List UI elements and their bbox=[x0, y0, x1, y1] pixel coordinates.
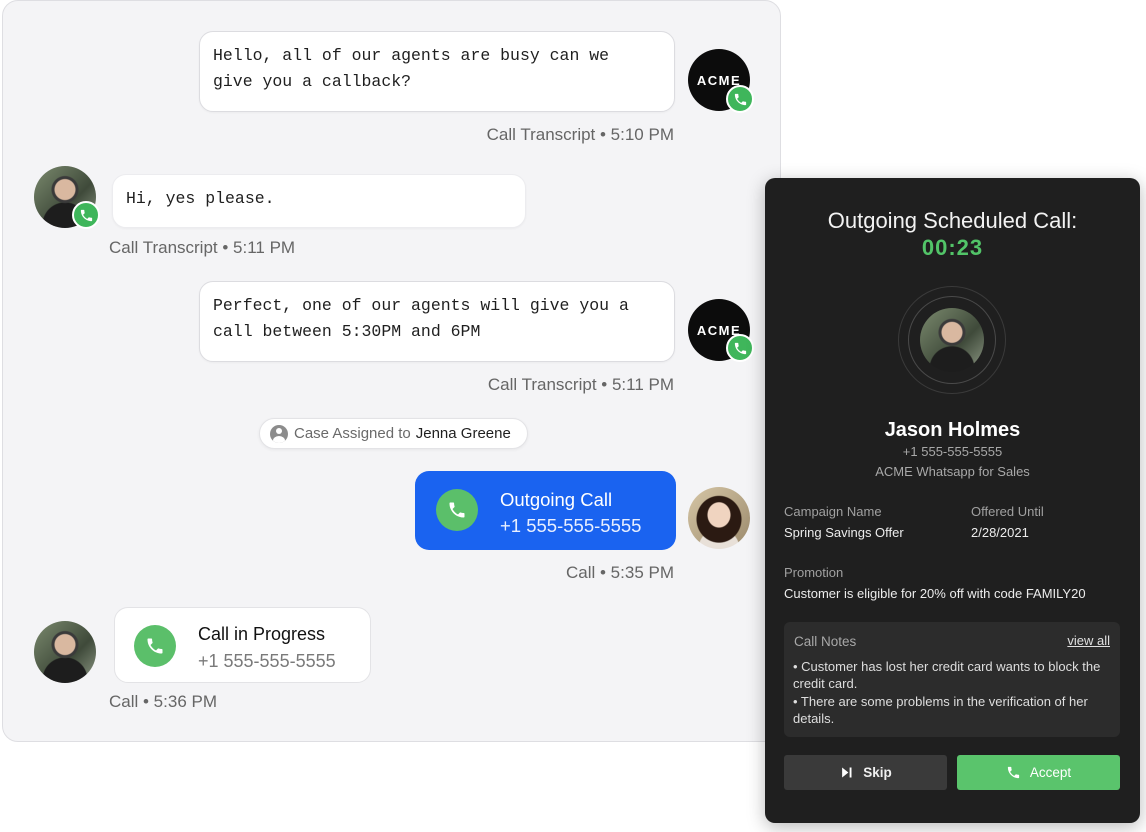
call-note-item: • Customer has lost her credit card want… bbox=[793, 659, 1101, 691]
offered-until-label: Offered Until bbox=[971, 504, 1044, 519]
call-note-item: • There are some problems in the verific… bbox=[793, 694, 1088, 726]
whatsapp-phone-icon bbox=[726, 334, 754, 362]
outgoing-call-bubble[interactable]: Outgoing Call +1 555-555-5555 bbox=[415, 471, 676, 550]
promotion-label: Promotion bbox=[784, 565, 844, 580]
call-timer: 00:23 bbox=[921, 235, 984, 260]
skip-next-icon bbox=[842, 767, 852, 778]
contact-phone: +1 555-555-5555 bbox=[902, 444, 1003, 459]
call-in-progress-number: +1 555-555-5555 bbox=[198, 651, 336, 671]
call-notes-title: Call Notes bbox=[794, 634, 857, 649]
case-assigned-pill: Case Assigned to Jenna Greene bbox=[259, 418, 528, 449]
campaign-value: Spring Savings Offer bbox=[784, 525, 904, 540]
promotion-value: Customer is eligible for 20% off with co… bbox=[784, 586, 1086, 601]
case-assigned-prefix: Case Assigned to bbox=[294, 425, 411, 442]
accept-label: Accept bbox=[1029, 765, 1072, 780]
accept-button[interactable]: Accept bbox=[957, 755, 1120, 790]
call-in-progress-title: Call in Progress bbox=[198, 624, 326, 644]
message-meta: Call Transcript • 5:11 PM bbox=[487, 375, 674, 394]
outgoing-call-title: Outgoing Call bbox=[500, 489, 613, 510]
call-in-progress-bubble[interactable]: Call in Progress +1 555-555-5555 bbox=[114, 607, 371, 683]
customer-avatar bbox=[34, 621, 96, 683]
message-line: give you a callback? bbox=[213, 72, 412, 91]
call-notes-panel: Call Notes view all • Customer has lost … bbox=[784, 622, 1120, 737]
message-line: Hi, yes please. bbox=[126, 189, 275, 208]
message-meta: Call • 5:35 PM bbox=[566, 563, 674, 582]
message-meta: Call • 5:36 PM bbox=[109, 692, 217, 711]
message-line: Hello, all of our agents are busy can we bbox=[213, 46, 610, 65]
message-meta: Call Transcript • 5:11 PM bbox=[109, 238, 296, 257]
stage: Hello, all of our agents are busy can we… bbox=[0, 0, 1146, 832]
phone-icon bbox=[1007, 766, 1019, 779]
agent-avatar bbox=[688, 487, 750, 549]
offered-until-value: 2/28/2021 bbox=[971, 525, 1029, 540]
outgoing-call-number: +1 555-555-5555 bbox=[500, 515, 642, 536]
contact-avatar bbox=[920, 308, 984, 372]
whatsapp-phone-icon bbox=[726, 85, 754, 113]
person-icon bbox=[270, 424, 288, 443]
message-line: Perfect, one of our agents will give you… bbox=[213, 296, 629, 315]
case-assignee-name: Jenna Greene bbox=[415, 425, 511, 442]
scheduled-call-card: Outgoing Scheduled Call: 00:23 Jason Hol… bbox=[765, 178, 1140, 823]
phone-icon bbox=[436, 489, 478, 531]
skip-button[interactable]: Skip bbox=[784, 755, 947, 790]
agent-message-bubble: Hello, all of our agents are busy can we… bbox=[199, 31, 675, 112]
agent-message-bubble: Perfect, one of our agents will give you… bbox=[199, 281, 675, 362]
skip-label: Skip bbox=[863, 765, 892, 780]
view-all-link[interactable]: view all bbox=[1067, 633, 1110, 648]
phone-icon bbox=[134, 625, 176, 667]
message-line: call between 5:30PM and 6PM bbox=[213, 322, 481, 341]
card-heading: Outgoing Scheduled Call: bbox=[827, 208, 1078, 233]
whatsapp-phone-icon bbox=[72, 201, 100, 229]
chat-panel: Hello, all of our agents are busy can we… bbox=[2, 0, 781, 742]
message-meta: Call Transcript • 5:10 PM bbox=[486, 125, 674, 144]
contact-line: ACME Whatsapp for Sales bbox=[875, 464, 1030, 479]
customer-message-bubble: Hi, yes please. bbox=[112, 174, 526, 228]
contact-name: Jason Holmes bbox=[884, 419, 1021, 441]
campaign-label: Campaign Name bbox=[784, 504, 882, 519]
